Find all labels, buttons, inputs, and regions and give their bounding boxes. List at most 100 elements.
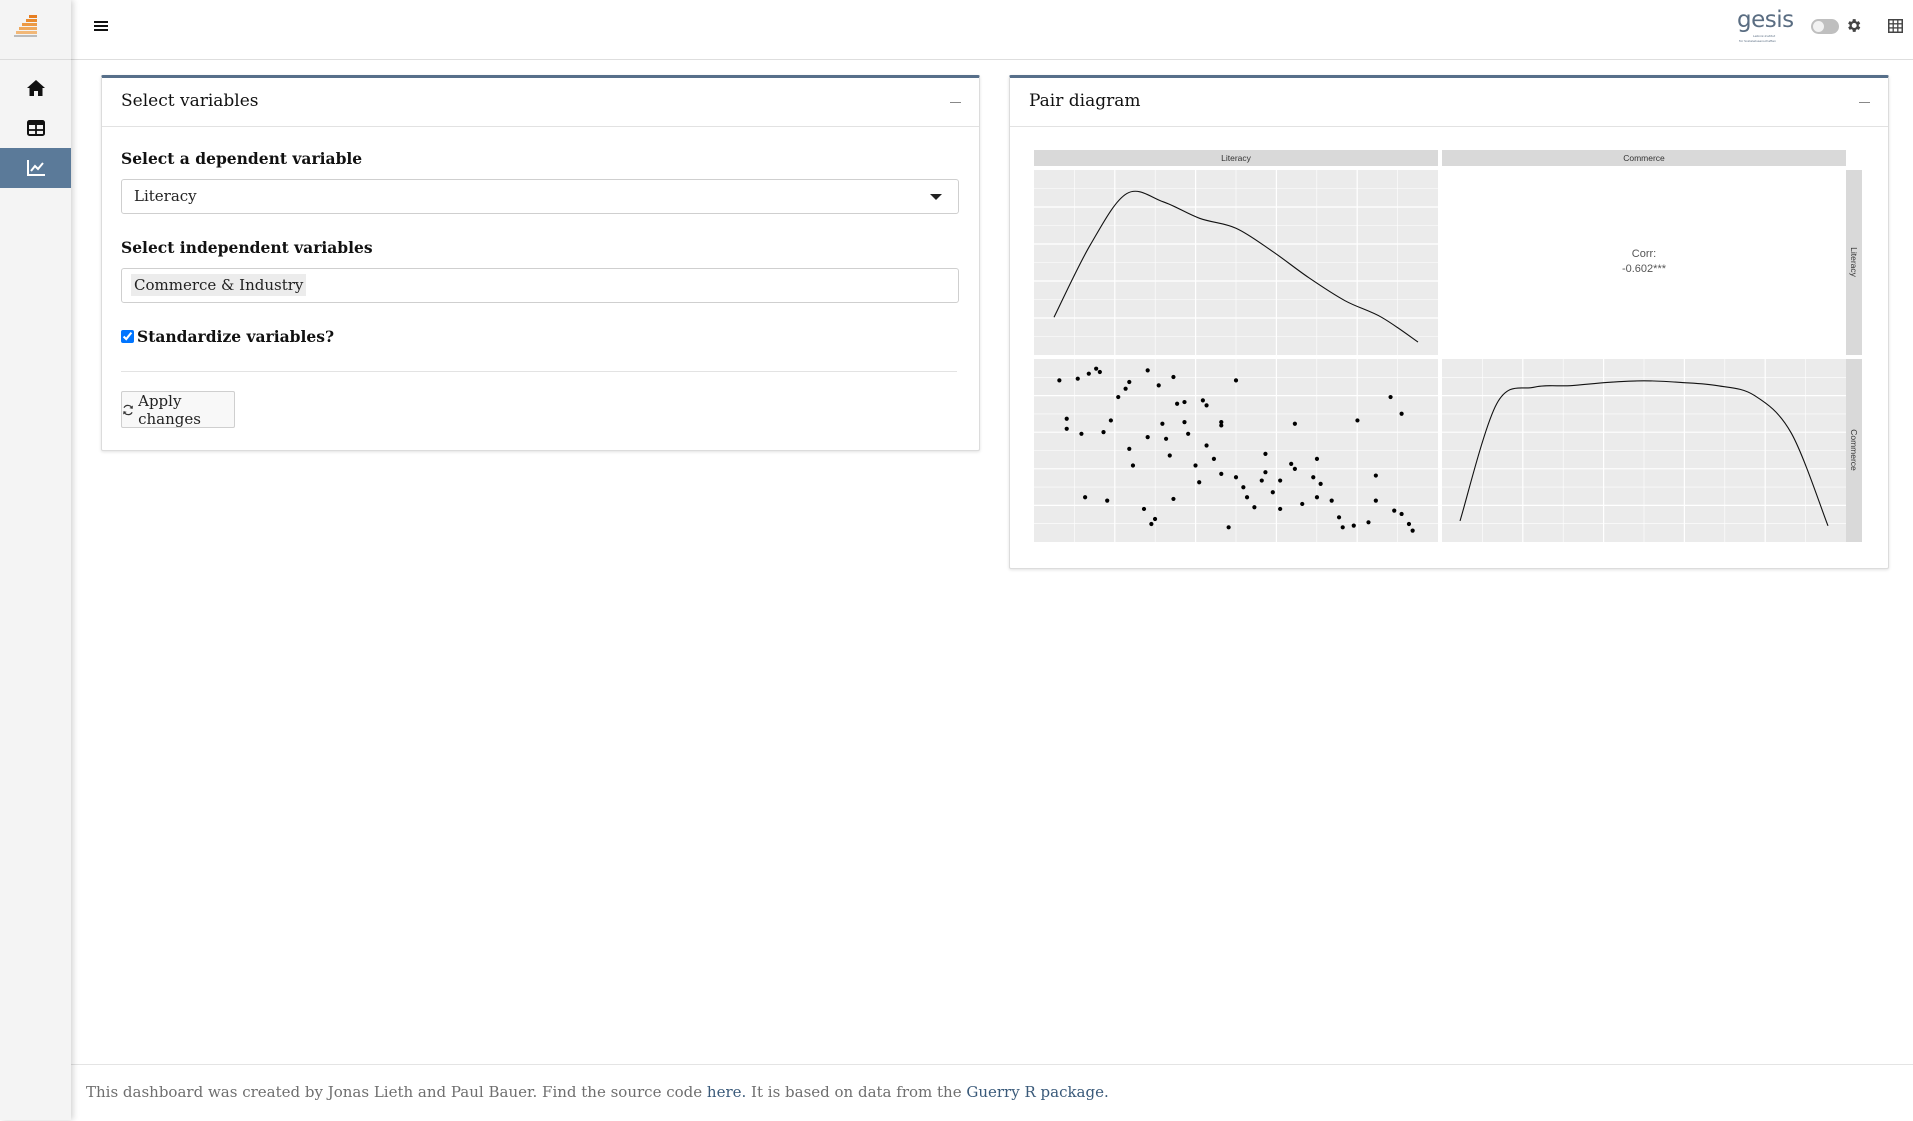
independent-variables-select[interactable]: Commerce & Industry (121, 268, 959, 303)
scatter-point (1289, 461, 1294, 466)
scatter-point (1145, 435, 1150, 440)
dependent-variable-value: Literacy (134, 187, 197, 205)
scatter-panel (1034, 359, 1438, 542)
footer-text: This dashboard was created by Jonas Liet… (86, 1083, 1109, 1101)
collapse-button[interactable] (1859, 102, 1870, 103)
scatter-point (1219, 471, 1224, 476)
guerry-package-link[interactable]: Guerry R package. (966, 1083, 1108, 1101)
gear-icon (1848, 19, 1861, 32)
scatter-point (1252, 505, 1257, 510)
scatter-point (1175, 401, 1180, 406)
apply-changes-button[interactable]: Apply changes (121, 391, 235, 428)
scatter-point (1259, 478, 1264, 483)
scatter-point (1127, 379, 1132, 385)
scatter-point (1270, 490, 1275, 495)
scatter-point (1278, 478, 1283, 483)
grid-table-icon (1888, 19, 1903, 33)
scatter-point (1186, 431, 1191, 436)
strip-label-literacy-row: Literacy (1849, 247, 1859, 278)
density-panel-literacy (1034, 170, 1438, 355)
strip-label-commerce-row: Commerce (1849, 429, 1859, 471)
scatter-point (1171, 374, 1176, 380)
scatter-point (1233, 475, 1239, 480)
scatter-point (1171, 496, 1176, 502)
scatter-point (1318, 481, 1323, 486)
scatter-point (1083, 495, 1088, 500)
apply-changes-label: Apply changes (138, 391, 201, 428)
apps-grid-button[interactable] (1888, 18, 1903, 37)
settings-button[interactable] (1845, 17, 1862, 38)
corr-label: Corr: (1632, 248, 1656, 260)
scatter-point (1263, 470, 1268, 475)
scatter-point (1392, 508, 1397, 513)
scatter-point (1193, 463, 1198, 468)
toggle-knob (1813, 21, 1824, 32)
scatter-point (1336, 515, 1342, 520)
select-variables-card: Select variables Select a dependent vari… (101, 75, 980, 451)
scatter-point (1057, 378, 1062, 383)
card-title: Pair diagram (1029, 91, 1141, 111)
scatter-point (1351, 523, 1356, 528)
sidebar-item-home[interactable] (0, 68, 71, 108)
scatter-point (1105, 498, 1110, 503)
scatter-point (1101, 430, 1106, 435)
scatter-point (1226, 525, 1231, 530)
card-header: Select variables (102, 78, 979, 127)
scatter-point (1182, 399, 1187, 405)
sidebar-item-table[interactable] (0, 108, 71, 148)
scatter-point (1079, 431, 1084, 436)
standardize-label[interactable]: Standardize variables? (137, 327, 334, 346)
scatter-point (1152, 516, 1158, 522)
scatter-point (1410, 528, 1415, 533)
gesis-logo-text: gesis (1737, 7, 1794, 33)
gesis-logo-subtitle-2: für Sozialwissenschaften (1739, 39, 1777, 43)
footer: This dashboard was created by Jonas Liet… (71, 1064, 1913, 1121)
caret-down-icon (930, 194, 942, 200)
scatter-point (1278, 506, 1283, 512)
scatter-point (1314, 495, 1320, 500)
scatter-point (1241, 485, 1246, 490)
gesis-logo-subtitle-1: Leibniz-Institut (1753, 34, 1776, 38)
footer-text-middle: It is based on data from the (751, 1083, 962, 1101)
scatter-point (1314, 456, 1320, 461)
scatter-point (1329, 498, 1334, 503)
scatter-point (1167, 453, 1172, 458)
dependent-variable-select[interactable]: Literacy (121, 179, 959, 214)
chart-line-icon (26, 160, 45, 176)
standardize-row: Standardize variables? (121, 327, 334, 346)
card-header: Pair diagram (1010, 78, 1888, 127)
scatter-point (1399, 411, 1404, 416)
selected-variable-chip[interactable]: Commerce & Industry (131, 274, 307, 296)
corr-value: -0.602*** (1622, 263, 1667, 275)
card-title: Select variables (121, 91, 259, 111)
scatter-point (1300, 501, 1305, 507)
scatter-point (1197, 480, 1202, 485)
dark-mode-toggle[interactable] (1811, 19, 1839, 34)
scatter-point (1064, 416, 1069, 421)
scatter-point (1163, 436, 1169, 441)
table-icon (26, 120, 45, 136)
scatter-point (1340, 525, 1345, 530)
strip-label-commerce: Commerce (1623, 153, 1665, 163)
source-code-link[interactable]: here. (707, 1083, 746, 1101)
sidebar-item-chart[interactable] (0, 148, 71, 188)
scatter-point (1160, 421, 1165, 426)
sidebar-toggle-button[interactable] (94, 18, 108, 37)
scatter-point (1399, 511, 1404, 517)
scatter-point (1219, 420, 1224, 425)
scatter-point (1355, 418, 1360, 423)
hamburger-icon (94, 21, 108, 31)
scatter-point (1108, 418, 1113, 423)
gesis-logo[interactable]: gesis Leibniz-Institut für Sozialwissens… (1735, 8, 1795, 46)
independent-variables-label: Select independent variables (121, 238, 373, 257)
standardize-checkbox[interactable] (121, 330, 134, 343)
scatter-point (1116, 394, 1121, 400)
collapse-button[interactable] (950, 102, 961, 103)
scatter-point (1211, 456, 1217, 461)
pair-diagram-card: Pair diagram Literacy Commerce Literacy … (1009, 75, 1889, 569)
scatter-point (1064, 426, 1069, 431)
scatter-point (1097, 369, 1102, 375)
refresh-icon (123, 404, 133, 415)
scatter-point (1388, 394, 1393, 400)
brand-logo[interactable] (0, 0, 71, 60)
